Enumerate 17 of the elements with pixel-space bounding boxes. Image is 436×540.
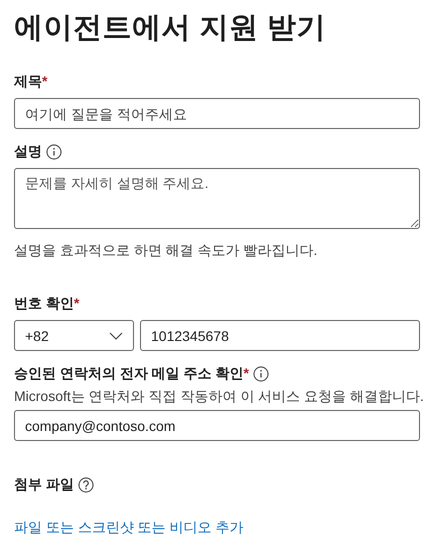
page-title: 에이전트에서 지원 받기: [14, 11, 328, 46]
input-field[interactable]: 여기에 질문을 적어주세요: [14, 98, 420, 129]
field-label: 제목*: [14, 73, 48, 91]
chevron-down-icon: [109, 332, 123, 340]
description-field[interactable]: 문제를 자세히 설명해 주세요.: [14, 168, 420, 229]
field-label: 설명: [14, 143, 42, 161]
info-icon[interactable]: [46, 144, 62, 160]
input-field[interactable]: company@contoso.com: [14, 410, 420, 441]
phone-number-field[interactable]: 1012345678: [140, 320, 420, 351]
field-label: 첨부 파일: [14, 476, 74, 494]
help-text: 설명을 효과적으로 하면 해결 속도가 빨라집니다.: [14, 242, 318, 260]
country-code-dropdown[interactable]: +82: [14, 320, 134, 351]
field-label: 번호 확인*: [14, 295, 80, 313]
info-icon[interactable]: [252, 366, 269, 382]
add-attachment-link[interactable]: 파일 또는 스크린샷 또는 비디오 추가: [14, 519, 244, 537]
field-label: 승인된 연락처의 전자 메일 주소 확인*: [14, 365, 249, 383]
help-icon[interactable]: [78, 477, 94, 493]
